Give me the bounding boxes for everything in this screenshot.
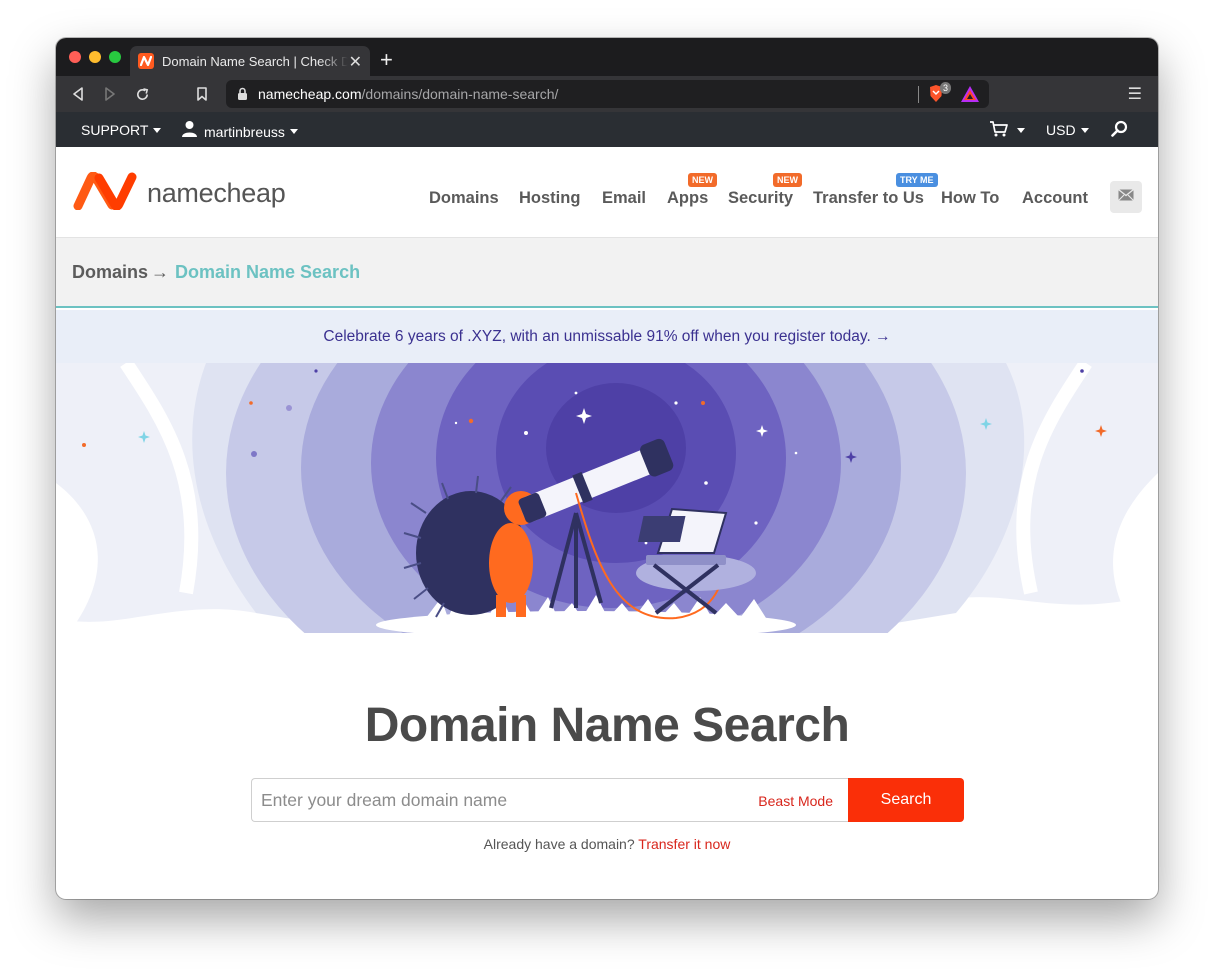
transfer-link[interactable]: Transfer it now — [638, 836, 730, 852]
support-menu[interactable]: SUPPORT — [81, 122, 162, 138]
breadcrumb-arrow: → — [151, 262, 169, 282]
currency-label: USD — [1046, 122, 1076, 138]
tab-close-icon[interactable]: ✕ — [349, 52, 362, 72]
transfer-prompt: Already have a domain? — [483, 836, 635, 852]
beast-mode-link[interactable]: Beast Mode — [758, 793, 833, 809]
support-label: SUPPORT — [81, 122, 149, 138]
back-icon[interactable] — [68, 84, 88, 104]
url-path: /domains/domain-name-search/ — [361, 86, 559, 102]
breadcrumb-domains[interactable]: Domains — [72, 262, 148, 283]
new-tab-icon[interactable]: + — [380, 47, 393, 73]
brave-rewards-icon[interactable] — [960, 85, 980, 106]
browser-tab-active[interactable]: Domain Name Search | Check Domain Availa… — [130, 46, 370, 76]
nav-apps-new-badge: NEW — [688, 173, 717, 187]
namecheap-logo[interactable]: namecheap — [72, 171, 286, 215]
namecheap-logo-icon — [72, 171, 138, 215]
namecheap-favicon-icon — [138, 53, 154, 69]
forward-icon[interactable] — [100, 84, 120, 104]
nav-transfer-badge: TRY ME — [896, 173, 938, 187]
tab-strip: Domain Name Search | Check Domain Availa… — [56, 38, 1158, 76]
lock-icon — [237, 87, 248, 104]
user-menu[interactable]: martinbreuss — [181, 120, 298, 140]
cart-menu[interactable] — [989, 121, 1025, 140]
page-heading: Domain Name Search — [364, 699, 850, 752]
site-header: namecheap Domains Hosting Email NEW Apps… — [56, 147, 1158, 238]
chevron-down-icon — [289, 129, 298, 134]
nav-hosting[interactable]: Hosting — [519, 189, 580, 208]
chevron-down-icon — [1017, 128, 1025, 133]
tab-title: Domain Name Search | Check Domain Availa… — [162, 53, 348, 69]
chevron-down-icon — [153, 127, 162, 133]
reload-icon[interactable] — [132, 84, 152, 104]
minimize-window-button[interactable] — [89, 51, 101, 63]
nav-security-new-badge: NEW — [773, 173, 802, 187]
menu-icon[interactable]: ☰ — [1128, 84, 1142, 104]
address-bar[interactable]: namecheap.com/domains/domain-name-search… — [226, 80, 989, 108]
logo-text: namecheap — [147, 178, 286, 208]
maximize-window-button[interactable] — [109, 51, 121, 63]
nav-email[interactable]: Email — [602, 189, 646, 208]
envelope-icon — [1118, 188, 1134, 206]
nav-how-to[interactable]: How To — [941, 189, 999, 208]
brave-shield-count: 3 — [940, 82, 952, 94]
nav-apps[interactable]: Apps — [667, 189, 708, 208]
hero-illustration — [56, 363, 1158, 653]
username-label: martinbreuss — [204, 123, 285, 140]
breadcrumb: Domains → Domain Name Search — [56, 238, 1158, 308]
url-host: namecheap.com — [258, 86, 362, 102]
url-divider — [918, 86, 919, 103]
search-button[interactable]: Search — [848, 778, 964, 822]
cart-icon — [989, 121, 1008, 140]
user-icon — [181, 120, 198, 140]
transfer-prompt-line: Already have a domain? Transfer it now — [56, 836, 1158, 852]
bookmark-icon[interactable] — [192, 84, 212, 104]
browser-window: Domain Name Search | Check Domain Availa… — [56, 38, 1158, 899]
currency-menu[interactable]: USD — [1046, 122, 1089, 138]
nav-domains[interactable]: Domains — [429, 189, 499, 208]
stargazing-hedgehog-illustration — [56, 363, 1158, 653]
chevron-down-icon — [1080, 127, 1089, 133]
browser-toolbar: namecheap.com/domains/domain-name-search… — [56, 76, 1158, 112]
close-window-button[interactable] — [69, 51, 81, 63]
nav-security[interactable]: Security — [728, 189, 793, 208]
domain-search-input[interactable] — [252, 779, 732, 821]
site-search-icon[interactable] — [1111, 120, 1128, 137]
nav-transfer-to-us[interactable]: Transfer to Us — [813, 189, 924, 208]
site-top-bar: SUPPORT martinbreuss USD — [56, 112, 1158, 147]
promo-banner[interactable]: Celebrate 6 years of .XYZ, with an unmis… — [56, 310, 1158, 363]
mail-button[interactable] — [1110, 181, 1142, 213]
domain-search-box: Beast Mode — [251, 778, 849, 822]
nav-account[interactable]: Account — [1022, 189, 1088, 208]
breadcrumb-current: Domain Name Search — [175, 262, 361, 282]
